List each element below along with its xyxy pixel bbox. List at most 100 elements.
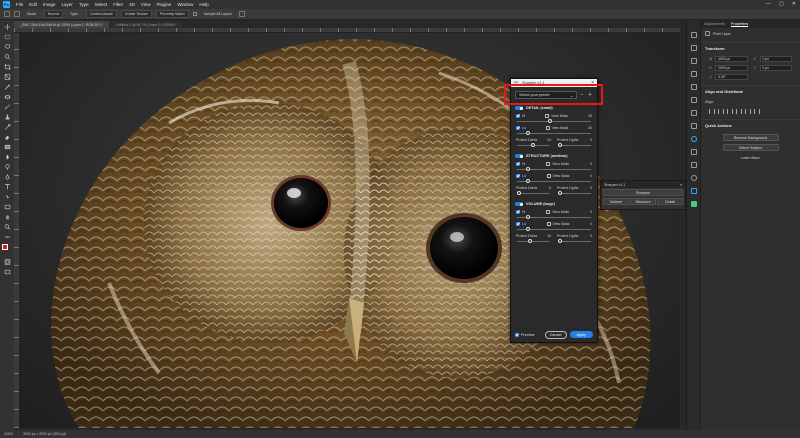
preview-toggle[interactable]: Preview [515, 332, 542, 337]
menu-view[interactable]: View [141, 2, 151, 7]
lo-slider[interactable] [517, 227, 591, 232]
lo-checkbox[interactable] [516, 173, 520, 178]
pen-icon[interactable] [4, 174, 11, 180]
menu-plugins[interactable]: Plugins [157, 2, 172, 7]
history-icon[interactable] [690, 32, 697, 38]
hi-view-mask-checkbox[interactable] [546, 209, 551, 214]
slider-thumb[interactable] [548, 119, 553, 123]
close-window-button[interactable]: ✕ [792, 1, 796, 7]
layers-icon[interactable] [690, 149, 697, 155]
transform-section-title[interactable]: Transform [701, 42, 800, 54]
align-center-icon[interactable] [718, 109, 724, 114]
menu-window[interactable]: Window [177, 2, 193, 7]
screen-mode-icon[interactable] [4, 269, 11, 275]
slider-thumb[interactable] [526, 167, 531, 171]
section-toggle[interactable] [515, 106, 523, 110]
protect-darks-slider[interactable] [517, 143, 550, 148]
pressure-icon[interactable] [238, 11, 245, 17]
lo-slider[interactable] [517, 179, 591, 184]
menu-file[interactable]: File [16, 2, 23, 7]
frame-icon[interactable] [4, 74, 11, 80]
tab-document-2[interactable]: Untitled-1 @ 66.7% (Layer 0, RGB/8) * [110, 21, 183, 28]
protect-lights-slider[interactable] [557, 191, 591, 196]
angle-value[interactable]: 0.00° [715, 74, 748, 80]
close-icon[interactable]: × [591, 80, 594, 86]
tab-properties[interactable]: Properties [730, 22, 749, 27]
width-value[interactable]: 4000 px [715, 56, 748, 62]
tab-adjustments[interactable]: Adjustments [704, 22, 725, 26]
panel-menu-icon[interactable]: ≡ [680, 183, 682, 187]
section-toggle[interactable] [515, 154, 523, 158]
clone-stamp-icon[interactable] [4, 114, 11, 120]
hi-checkbox[interactable] [516, 161, 520, 166]
marquee-icon[interactable] [4, 34, 11, 40]
paragraph-icon[interactable] [690, 97, 697, 103]
lo-view-mask-checkbox[interactable] [546, 221, 551, 226]
hi-checkbox[interactable] [516, 209, 520, 214]
y-field[interactable]: Y0 px [754, 65, 792, 71]
angle-field[interactable]: ∠ 0.00° [709, 74, 748, 80]
home-icon[interactable] [4, 11, 10, 17]
healing-brush-tool-icon[interactable] [14, 11, 20, 17]
create-texture-button[interactable]: Create Texture [120, 10, 152, 18]
align-right-icon[interactable] [727, 109, 733, 114]
hi-view-mask-checkbox[interactable] [546, 161, 551, 166]
height-value[interactable]: 2000 px [715, 65, 748, 71]
slider-thumb[interactable] [557, 239, 562, 243]
sharpen-plugin-icon[interactable] [690, 188, 697, 194]
hand-icon[interactable] [4, 214, 11, 220]
menu-edit[interactable]: Edit [29, 2, 37, 7]
slider-thumb[interactable] [557, 143, 562, 147]
menu-type[interactable]: Type [79, 2, 89, 7]
brush-icon[interactable] [4, 104, 11, 110]
menu-select[interactable]: Select [95, 2, 108, 7]
y-value[interactable]: 0 px [759, 65, 792, 71]
crop-icon[interactable] [4, 64, 11, 70]
lasso-icon[interactable] [4, 44, 11, 49]
sharpen-button[interactable]: Sharpen [603, 189, 683, 196]
rectangle-icon[interactable] [4, 204, 11, 210]
brush-settings-icon[interactable] [690, 58, 697, 64]
remove-preset-button[interactable]: − [579, 91, 585, 99]
actions-icon[interactable] [690, 45, 697, 51]
hi-slider[interactable] [517, 119, 591, 124]
align-top-icon[interactable] [736, 109, 742, 114]
volume-button[interactable]: Volume [603, 198, 629, 205]
preview-checkbox[interactable] [515, 332, 519, 337]
blur-icon[interactable] [4, 154, 11, 160]
glyphs-icon[interactable] [690, 110, 697, 116]
tab-document-1[interactable]: _SMC7354-Edit-Edit.tif @ 100% (Layer 1, … [14, 21, 110, 28]
quick-mask-icon[interactable] [4, 259, 11, 265]
slider-thumb[interactable] [526, 227, 531, 231]
channels-icon[interactable] [690, 162, 697, 168]
maximize-button[interactable]: ▢ [779, 1, 784, 7]
mode-select[interactable]: Normal [43, 10, 64, 18]
protect-lights-slider[interactable] [557, 143, 591, 148]
align-middle-icon[interactable] [745, 109, 751, 114]
slider-thumb[interactable] [530, 143, 535, 147]
menu-filter[interactable]: Filter [113, 2, 123, 7]
zoom-icon[interactable] [4, 224, 11, 230]
content-aware-button[interactable]: Content-Aware [85, 10, 117, 18]
slider-thumb[interactable] [516, 191, 521, 195]
lo-checkbox[interactable] [516, 221, 520, 226]
hi-slider[interactable] [517, 215, 591, 220]
cancel-button[interactable]: Cancel [544, 330, 567, 339]
remove-background-button[interactable]: Remove Background [722, 134, 779, 141]
eraser-icon[interactable] [4, 134, 11, 140]
apply-button[interactable]: Apply [569, 331, 593, 338]
detail-button[interactable]: Detail [657, 198, 683, 205]
lo-view-mask-checkbox[interactable] [545, 125, 550, 130]
lo-view-mask-checkbox[interactable] [546, 173, 551, 178]
protect-lights-slider[interactable] [557, 239, 591, 244]
dodge-icon[interactable] [4, 164, 11, 170]
align-bottom-icon[interactable] [754, 109, 760, 114]
slider-thumb[interactable] [526, 131, 531, 135]
hi-slider[interactable] [517, 167, 591, 172]
select-subject-button[interactable]: Select Subject [722, 144, 779, 151]
sharpen-mini-header[interactable]: Sharpen v1.1 ≡ [601, 181, 685, 188]
eyedropper-icon[interactable] [4, 84, 11, 90]
more-tools-icon[interactable] [4, 234, 11, 239]
foreground-color-swatch[interactable] [2, 244, 8, 250]
slider-thumb[interactable] [528, 239, 533, 243]
